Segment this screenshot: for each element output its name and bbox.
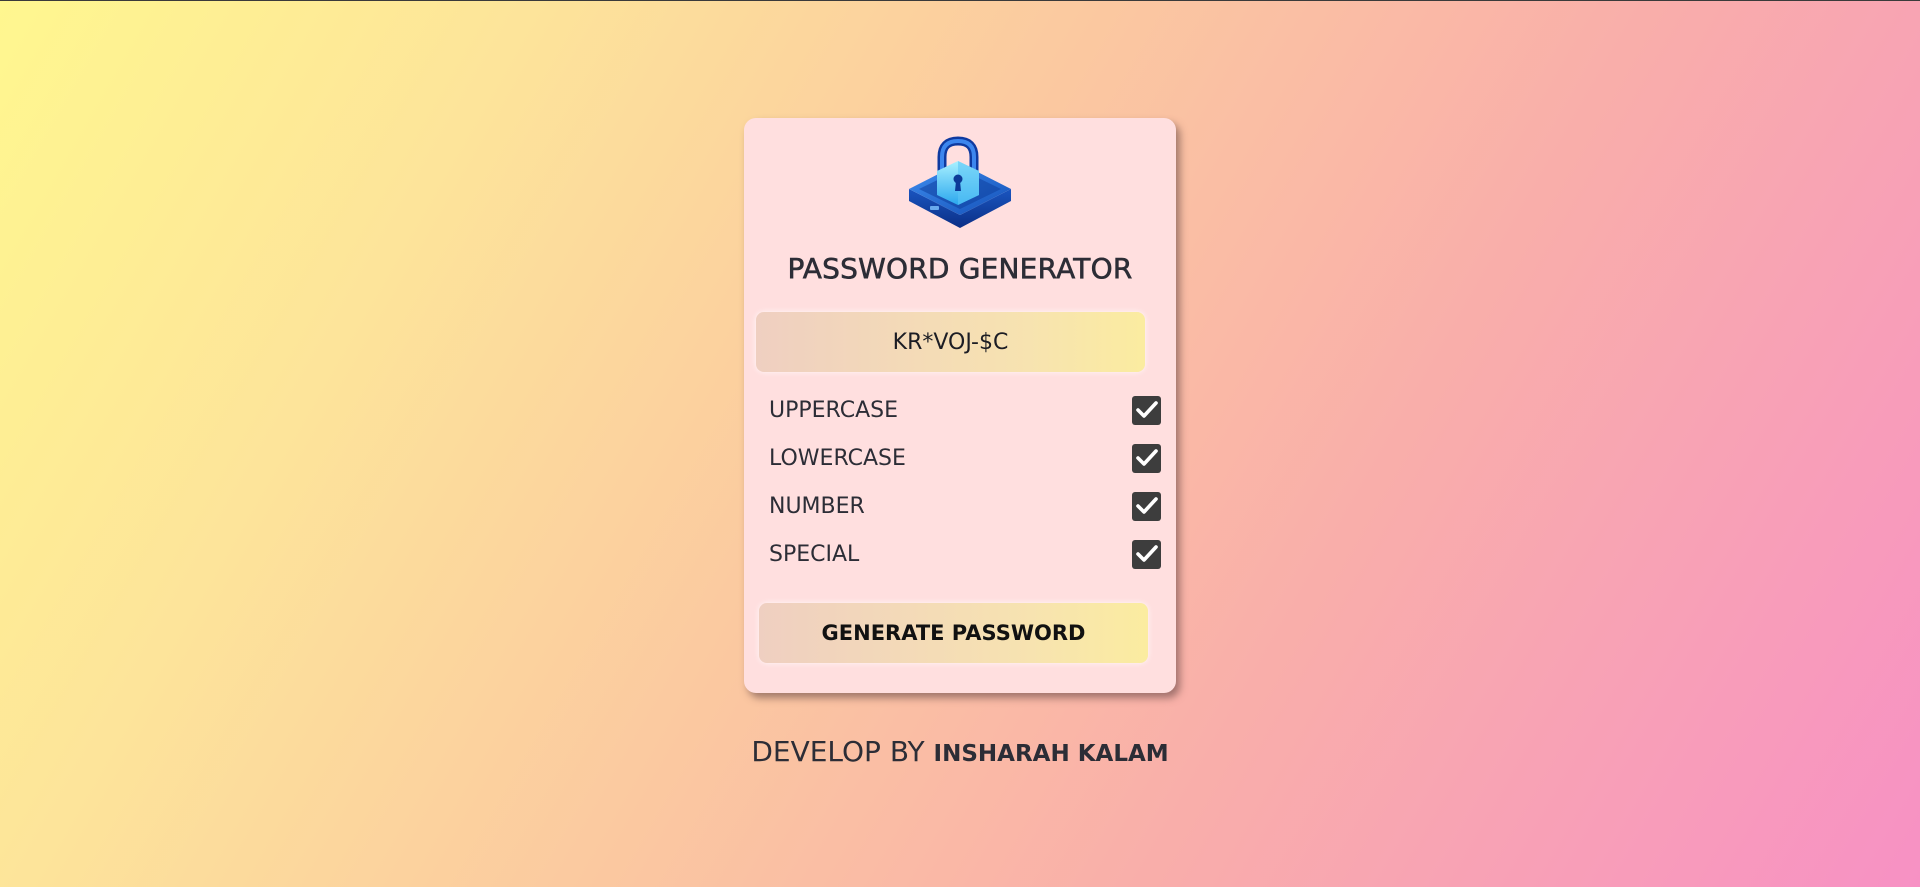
credit-prefix: DEVELOP BY bbox=[751, 735, 925, 768]
top-border bbox=[0, 0, 1920, 1]
option-special: SPECIAL bbox=[769, 538, 1161, 570]
option-lowercase: LOWERCASE bbox=[769, 442, 1161, 474]
developer-credit: DEVELOP BY INSHARAH KALAM bbox=[0, 735, 1920, 768]
option-label-uppercase: UPPERCASE bbox=[769, 397, 899, 423]
check-icon bbox=[1135, 401, 1158, 418]
password-output[interactable]: KR*VOJ-$C bbox=[756, 312, 1145, 372]
generate-password-button[interactable]: GENERATE PASSWORD bbox=[759, 603, 1148, 663]
option-label-number: NUMBER bbox=[769, 493, 865, 519]
option-uppercase: UPPERCASE bbox=[769, 394, 1161, 426]
lowercase-checkbox[interactable] bbox=[1132, 443, 1161, 473]
check-icon bbox=[1135, 545, 1158, 562]
password-generator-card: PASSWORD GENERATOR KR*VOJ-$C UPPERCASE L… bbox=[744, 118, 1176, 693]
uppercase-checkbox[interactable] bbox=[1132, 395, 1161, 425]
special-checkbox[interactable] bbox=[1132, 539, 1161, 569]
option-label-lowercase: LOWERCASE bbox=[769, 445, 906, 471]
page-title: PASSWORD GENERATOR bbox=[787, 252, 1133, 286]
check-icon bbox=[1135, 497, 1158, 514]
option-number: NUMBER bbox=[769, 490, 1161, 522]
option-label-special: SPECIAL bbox=[769, 541, 860, 567]
number-checkbox[interactable] bbox=[1132, 491, 1161, 521]
check-icon bbox=[1135, 449, 1158, 466]
credit-author: INSHARAH KALAM bbox=[933, 741, 1169, 767]
padlock-icon bbox=[909, 136, 1011, 228]
